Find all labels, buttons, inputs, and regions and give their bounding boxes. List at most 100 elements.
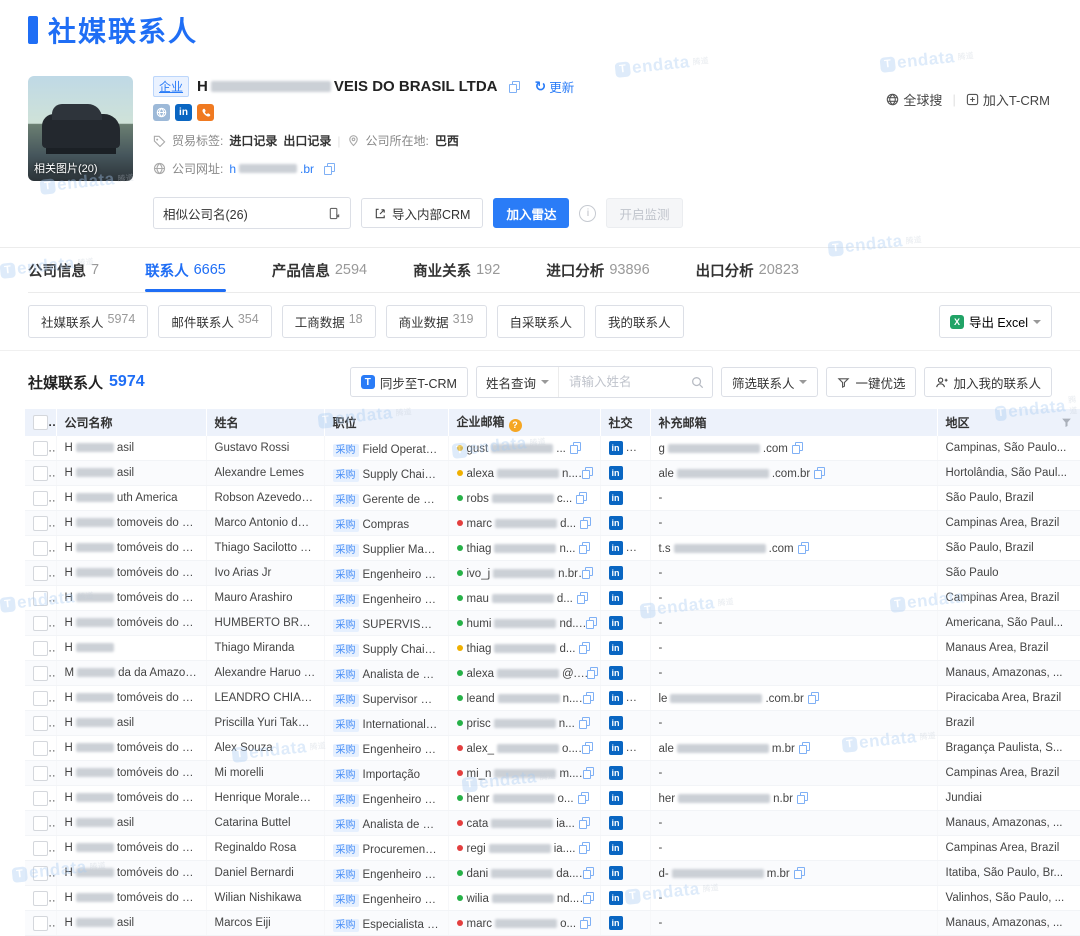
linkedin-icon[interactable]: in xyxy=(609,716,623,730)
sync-tcrm-button[interactable]: T 同步至T-CRM xyxy=(350,367,468,397)
website-icon[interactable] xyxy=(153,104,170,121)
linkedin-icon[interactable]: in xyxy=(175,104,192,121)
row-checkbox[interactable] xyxy=(33,516,48,531)
row-checkbox[interactable] xyxy=(33,691,48,706)
subtab-1[interactable]: 邮件联系人354 xyxy=(158,305,271,338)
tab-5[interactable]: 出口分析20823 xyxy=(696,248,799,292)
row-checkbox[interactable] xyxy=(33,791,48,806)
copy-icon[interactable] xyxy=(580,517,591,529)
join-tcrm-link[interactable]: 加入T-CRM xyxy=(966,90,1050,109)
row-checkbox[interactable] xyxy=(33,891,48,906)
subtab-2[interactable]: 工商数据18 xyxy=(282,305,376,338)
copy-icon[interactable] xyxy=(799,742,810,754)
tab-1[interactable]: 联系人6665 xyxy=(145,248,226,292)
copy-icon[interactable] xyxy=(797,792,808,804)
linkedin-icon[interactable]: in xyxy=(609,641,623,655)
row-checkbox[interactable] xyxy=(33,816,48,831)
row-checkbox[interactable] xyxy=(33,766,48,781)
row-checkbox[interactable] xyxy=(33,916,48,931)
help-icon[interactable]: ? xyxy=(509,419,522,432)
linkedin-icon[interactable]: in xyxy=(609,766,623,780)
linkedin-icon[interactable]: in xyxy=(609,891,623,905)
copy-icon[interactable] xyxy=(579,842,590,854)
copy-icon[interactable] xyxy=(578,792,589,804)
start-monitor-button[interactable]: 开启监测 xyxy=(606,198,682,228)
linkedin-icon[interactable]: in xyxy=(609,466,623,480)
copy-icon[interactable] xyxy=(580,917,591,929)
copy-icon[interactable] xyxy=(794,867,805,879)
copy-icon[interactable] xyxy=(792,442,803,454)
company-website-link[interactable]: h .br xyxy=(229,162,314,176)
trade-tag-export[interactable]: 出口记录 xyxy=(283,132,331,149)
row-checkbox[interactable] xyxy=(33,666,48,681)
row-checkbox[interactable] xyxy=(33,641,48,656)
name-search-input[interactable] xyxy=(567,374,691,390)
tab-3[interactable]: 商业关系192 xyxy=(413,248,500,292)
copy-icon[interactable] xyxy=(579,542,590,554)
copy-icon[interactable] xyxy=(808,692,819,704)
name-query-select[interactable]: 姓名查询 xyxy=(477,367,559,397)
linkedin-icon[interactable]: in xyxy=(609,491,623,505)
row-checkbox[interactable] xyxy=(33,841,48,856)
refresh-button[interactable]: ↻ 更新 xyxy=(534,77,574,96)
subtab-4[interactable]: 自采联系人 xyxy=(497,305,586,338)
copy-icon[interactable] xyxy=(814,467,825,479)
row-checkbox[interactable] xyxy=(33,716,48,731)
global-search-link[interactable]: 全球搜 xyxy=(886,90,942,109)
row-checkbox[interactable] xyxy=(33,741,48,756)
copy-icon[interactable] xyxy=(798,542,809,554)
trade-tag-import[interactable]: 进口记录 xyxy=(229,132,277,149)
export-excel-button[interactable]: X 导出 Excel xyxy=(939,305,1052,338)
phone-icon[interactable] xyxy=(197,104,214,121)
copy-icon[interactable] xyxy=(576,492,587,504)
copy-icon[interactable] xyxy=(579,717,590,729)
tab-4[interactable]: 进口分析93896 xyxy=(546,248,649,292)
row-checkbox[interactable] xyxy=(33,541,48,556)
subtab-3[interactable]: 商业数据319 xyxy=(386,305,487,338)
linkedin-icon[interactable]: in xyxy=(609,916,623,930)
copy-icon[interactable] xyxy=(570,442,581,454)
tab-0[interactable]: 公司信息7 xyxy=(28,248,99,292)
linkedin-icon[interactable]: in xyxy=(609,666,623,680)
linkedin-icon[interactable]: in xyxy=(609,516,623,530)
linkedin-icon[interactable]: in xyxy=(609,816,623,830)
copy-icon[interactable] xyxy=(577,592,588,604)
row-checkbox[interactable] xyxy=(33,466,48,481)
row-checkbox[interactable] xyxy=(33,616,48,631)
row-checkbox[interactable] xyxy=(33,566,48,581)
search-icon[interactable] xyxy=(691,376,704,389)
subtab-5[interactable]: 我的联系人 xyxy=(595,305,684,338)
subtab-row: 社媒联系人5974 邮件联系人354 工商数据18 商业数据319 自采联系人我的联系人… xyxy=(28,305,1052,338)
copy-icon[interactable] xyxy=(324,163,335,175)
row-checkbox[interactable] xyxy=(33,591,48,606)
linkedin-icon[interactable]: in xyxy=(609,566,623,580)
company-photo[interactable]: 相关图片(20) xyxy=(28,76,133,181)
linkedin-icon[interactable]: in xyxy=(609,866,623,880)
one-click-select-button[interactable]: 一键优选 xyxy=(826,367,916,397)
select-all-checkbox[interactable] xyxy=(33,415,48,430)
row-checkbox[interactable] xyxy=(33,491,48,506)
row-checkbox[interactable] xyxy=(33,866,48,881)
linkedin-icon[interactable]: in xyxy=(609,441,623,455)
row-checkbox[interactable] xyxy=(33,441,48,456)
linkedin-icon[interactable]: in xyxy=(609,841,623,855)
linkedin-icon[interactable]: in xyxy=(609,741,623,755)
add-to-my-contacts-button[interactable]: 加入我的联系人 xyxy=(924,367,1052,397)
filter-funnel-icon[interactable] xyxy=(1061,417,1072,428)
copy-icon[interactable] xyxy=(587,667,598,679)
tab-2[interactable]: 产品信息2594 xyxy=(272,248,367,292)
copy-icon[interactable] xyxy=(579,817,590,829)
linkedin-icon[interactable]: in xyxy=(609,541,623,555)
copy-icon[interactable] xyxy=(579,642,590,654)
linkedin-icon[interactable]: in xyxy=(609,691,623,705)
similar-companies-select[interactable]: 相似公司名(26) xyxy=(153,197,351,229)
copy-icon[interactable] xyxy=(509,81,520,93)
subtab-0[interactable]: 社媒联系人5974 xyxy=(28,305,148,338)
linkedin-icon[interactable]: in xyxy=(609,591,623,605)
import-crm-button[interactable]: 导入内部CRM xyxy=(361,198,483,228)
info-icon[interactable]: i xyxy=(579,205,596,222)
join-radar-button[interactable]: 加入雷达 xyxy=(493,198,569,228)
linkedin-icon[interactable]: in xyxy=(609,791,623,805)
linkedin-icon[interactable]: in xyxy=(609,616,623,630)
filter-contacts-select[interactable]: 筛选联系人 xyxy=(721,367,819,397)
